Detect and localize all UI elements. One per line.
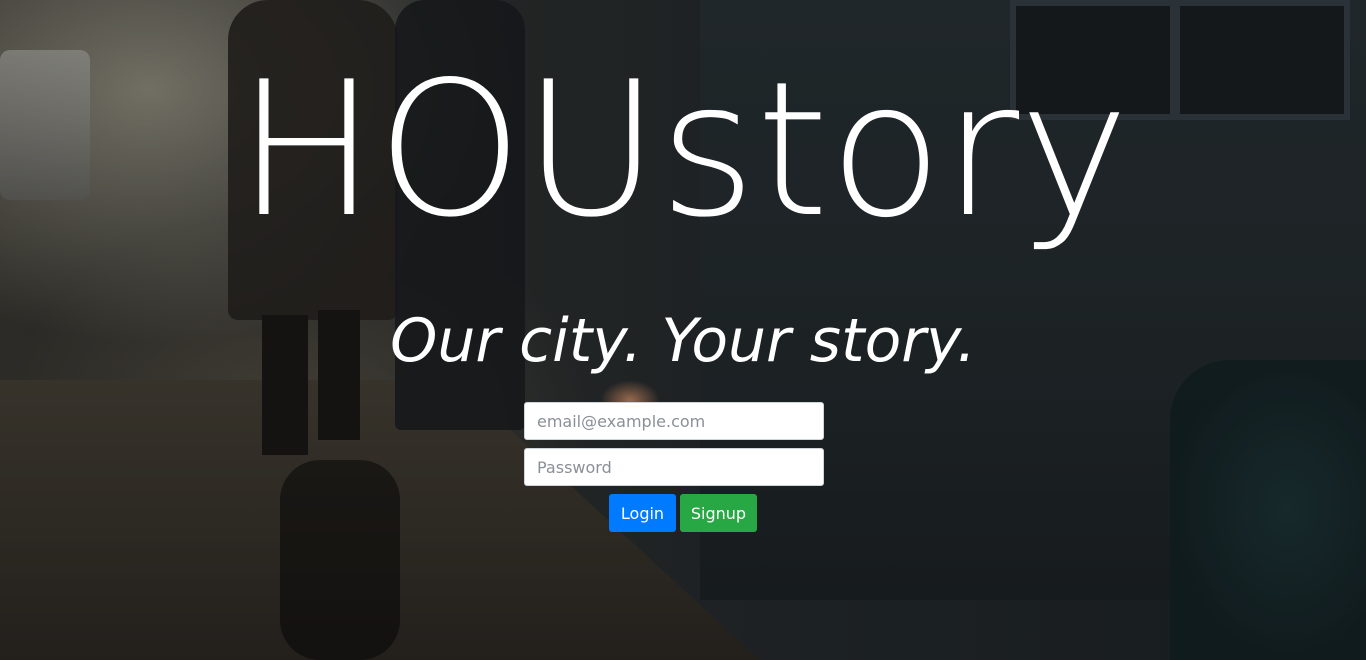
form-buttons: Login Signup [609, 494, 757, 532]
login-button[interactable]: Login [609, 494, 676, 532]
site-tagline: Our city. Your story. [390, 306, 976, 376]
signup-button[interactable]: Signup [680, 494, 757, 532]
login-form [524, 402, 824, 494]
email-field[interactable] [524, 402, 824, 440]
site-title: HOUstory [236, 41, 1130, 258]
hero-content: HOUstory Our city. Your story. Login Sig… [0, 0, 1366, 660]
hero-background: HOUstory Our city. Your story. Login Sig… [0, 0, 1366, 660]
password-field[interactable] [524, 448, 824, 486]
